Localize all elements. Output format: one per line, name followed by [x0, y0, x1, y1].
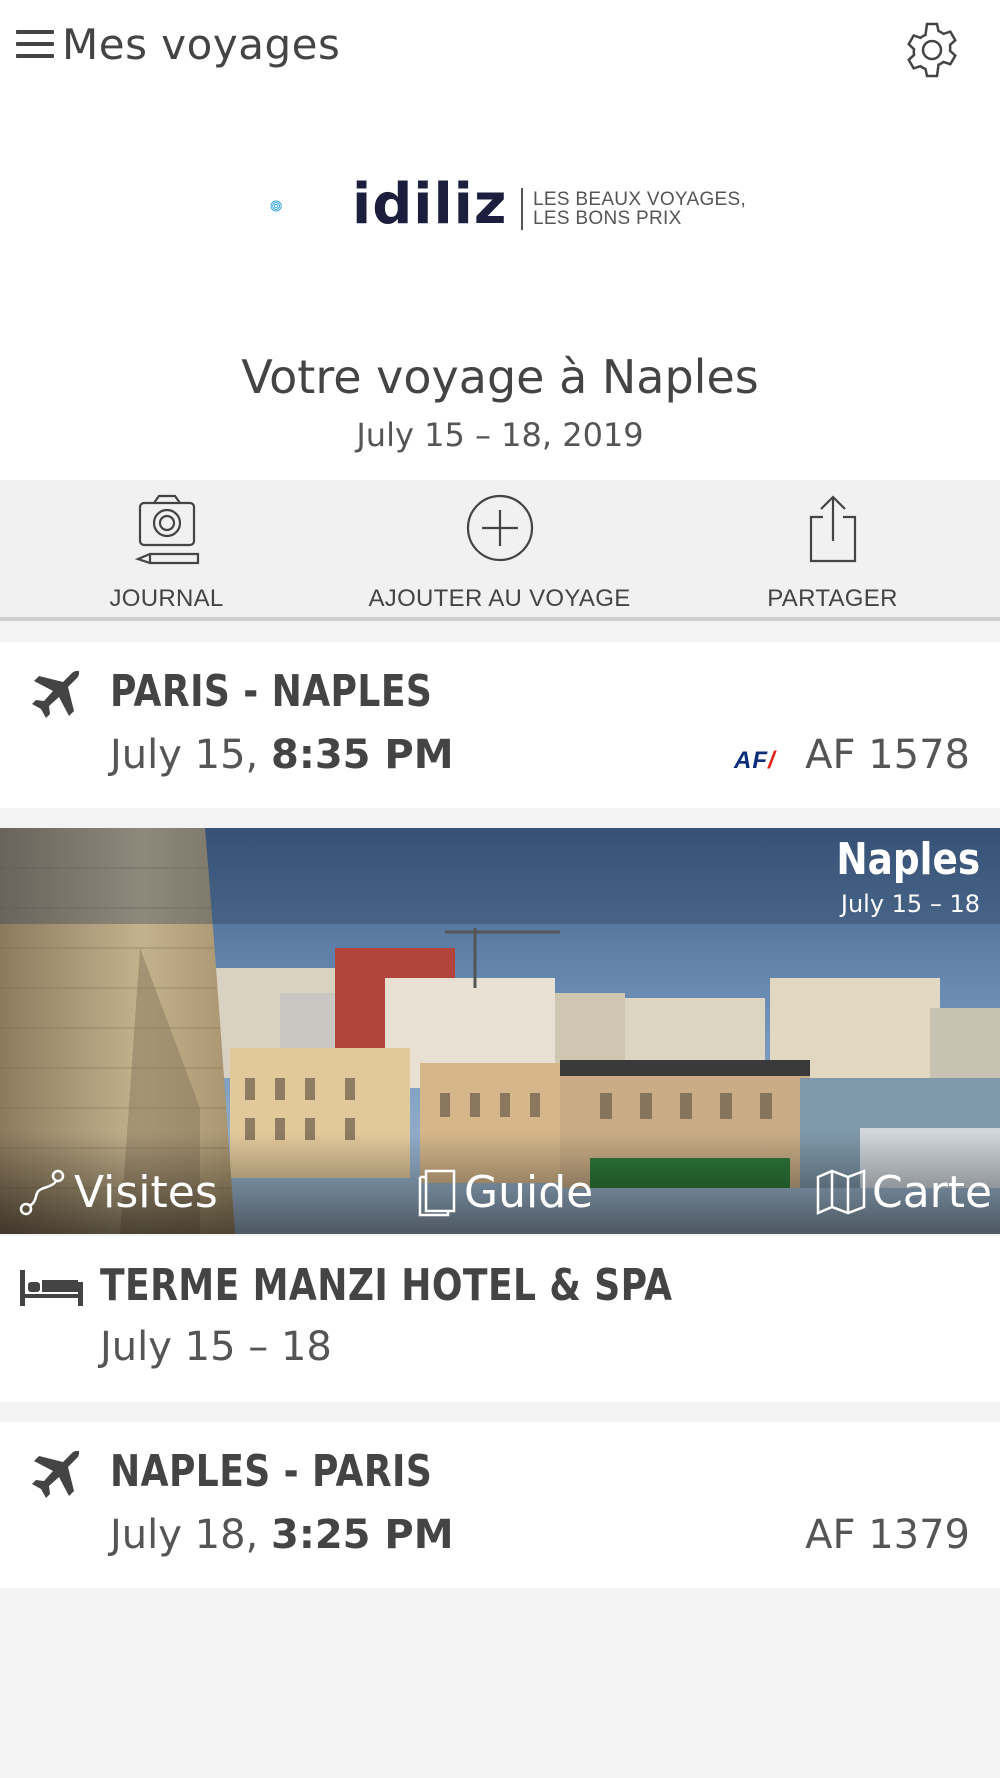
flight-date: July 15,: [110, 732, 259, 778]
bed-icon: [20, 1270, 83, 1306]
visits-link[interactable]: Visites: [18, 1162, 218, 1222]
add-to-trip-button[interactable]: AJOUTER AU VOYAGE: [333, 481, 666, 617]
flight-card-return[interactable]: NAPLES - PARIS July 18, 3:25 PM AF 1379: [0, 1422, 1000, 1588]
hotel-name: TERME MANZI HOTEL & SPA: [100, 1260, 673, 1311]
map-icon: [816, 1169, 866, 1215]
camera-pencil-icon: [134, 494, 199, 565]
logo-separator: [521, 188, 523, 230]
hamburger-menu-icon[interactable]: [16, 30, 54, 64]
destination-card[interactable]: Naples July 15 – 18 Visites Guide Carte: [0, 828, 1000, 1234]
journal-label: JOURNAL: [109, 585, 224, 612]
visits-label: Visites: [74, 1166, 218, 1218]
route-icon: [19, 1169, 65, 1216]
logo-brand: idiliz: [352, 172, 508, 237]
destination-name: Naples: [836, 834, 980, 885]
airplane-icon: [32, 1450, 80, 1498]
flight-datetime: July 15, 8:35 PM: [110, 732, 454, 778]
destination-dates: July 15 – 18: [840, 890, 980, 918]
airline-code: AF: [734, 747, 768, 774]
idiliz-logo-icon: [270, 200, 282, 212]
add-to-trip-label: AJOUTER AU VOYAGE: [368, 585, 631, 612]
share-label: PARTAGER: [767, 585, 898, 612]
hotel-card[interactable]: TERME MANZI HOTEL & SPA July 15 – 18: [0, 1236, 1000, 1402]
action-bar: JOURNAL AJOUTER AU VOYAGE PARTAGER: [0, 481, 1000, 621]
top-bar: Mes voyages: [0, 0, 1000, 100]
book-icon: [418, 1169, 456, 1217]
air-france-logo: AF/: [734, 747, 776, 774]
flight-time: 8:35 PM: [270, 732, 454, 778]
flight-card-outbound[interactable]: PARIS - NAPLES July 15, 8:35 PM AF/ AF 1…: [0, 642, 1000, 808]
flight-route: PARIS - NAPLES: [110, 666, 433, 717]
settings-gear-icon[interactable]: [900, 18, 964, 82]
airplane-icon: [32, 670, 80, 718]
flight-time: 3:25 PM: [270, 1512, 454, 1558]
trip-dates: July 15 – 18, 2019: [356, 416, 644, 454]
guide-label: Guide: [464, 1166, 594, 1218]
hotel-dates: July 15 – 18: [100, 1324, 332, 1370]
plus-circle-icon: [466, 494, 533, 562]
share-button[interactable]: PARTAGER: [666, 481, 999, 617]
logo-tagline-line-2: LES BONS PRIX: [533, 208, 682, 229]
journal-button[interactable]: JOURNAL: [0, 481, 333, 617]
flight-date: July 18,: [110, 1512, 259, 1558]
trip-title: Votre voyage à Naples: [241, 350, 759, 404]
logo-tagline: LES BEAUX VOYAGES, LES BONS PRIX: [533, 190, 746, 228]
flight-number: AF 1379: [805, 1512, 970, 1558]
map-link[interactable]: Carte: [816, 1162, 992, 1222]
flight-datetime: July 18, 3:25 PM: [110, 1512, 454, 1558]
map-label: Carte: [872, 1166, 993, 1218]
flight-number: AF 1578: [805, 732, 970, 778]
guide-link[interactable]: Guide: [416, 1162, 593, 1222]
flight-route: NAPLES - PARIS: [110, 1446, 433, 1497]
logo-tagline-line-1: LES BEAUX VOYAGES,: [533, 189, 747, 210]
page-title: Mes voyages: [62, 20, 341, 69]
share-icon: [809, 495, 856, 563]
